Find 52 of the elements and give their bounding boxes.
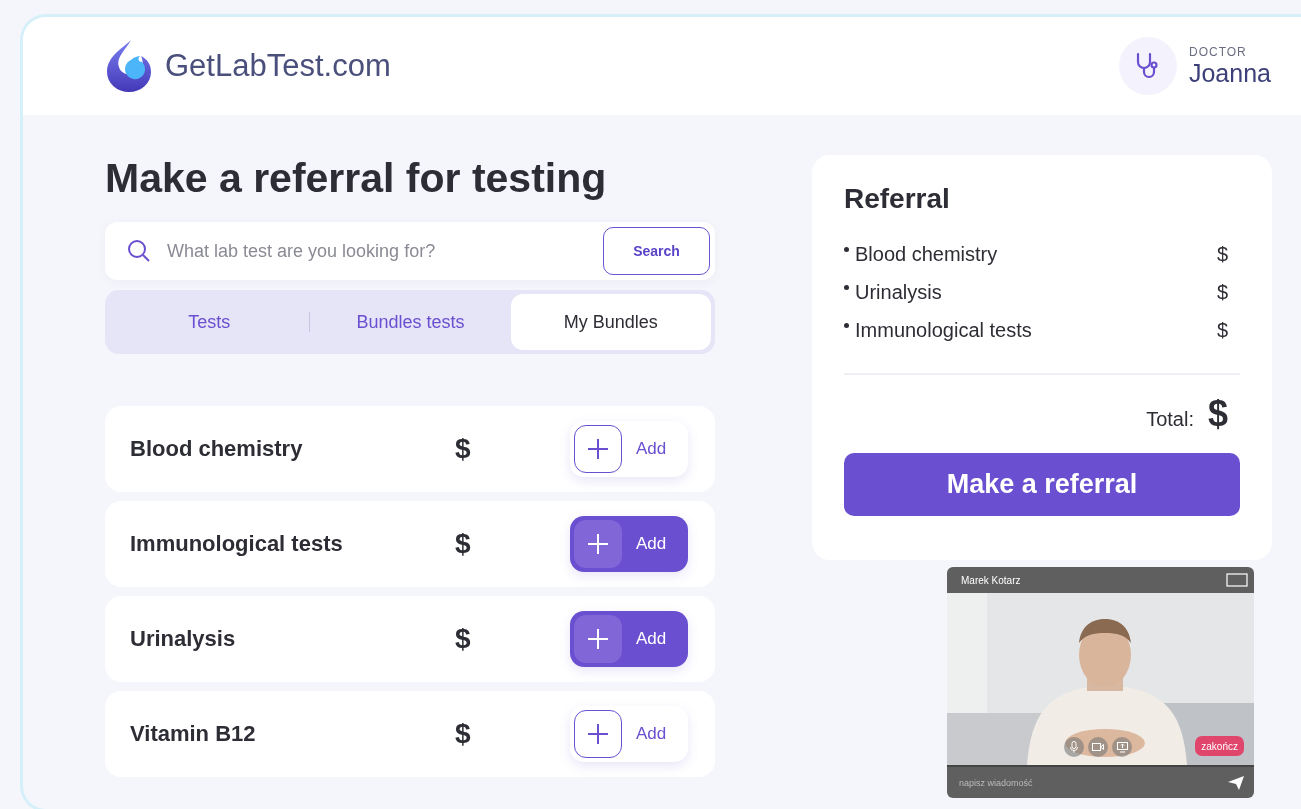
search-field[interactable]: What lab test are you looking for? Search: [105, 222, 715, 280]
test-price: $: [455, 718, 472, 750]
test-name: Blood chemistry: [130, 436, 304, 462]
tab[interactable]: Bundles tests: [310, 294, 511, 350]
add-button[interactable]: Add: [570, 706, 688, 762]
search-button[interactable]: Search: [603, 227, 710, 275]
logo-icon: [105, 38, 153, 94]
camera-icon: [1092, 743, 1104, 751]
total-value: $: [1207, 393, 1228, 435]
search-icon: [127, 239, 151, 263]
bullet-icon: [844, 285, 849, 290]
screen-share-icon: [1116, 741, 1128, 753]
add-button[interactable]: Add: [570, 421, 688, 477]
microphone-button[interactable]: [1064, 737, 1084, 757]
add-button[interactable]: Add: [570, 611, 688, 667]
make-referral-button[interactable]: Make a referral: [844, 453, 1240, 516]
bullet-icon: [844, 247, 849, 252]
plus-icon: [587, 628, 609, 650]
referral-item: Urinalysis: [855, 280, 943, 304]
tab[interactable]: My Bundles: [510, 294, 711, 350]
plus-icon: [587, 723, 609, 745]
bullet-icon: [844, 323, 849, 328]
test-name: Urinalysis: [130, 626, 237, 652]
user-role: DOCTOR: [1188, 44, 1248, 59]
screen-share-button[interactable]: [1112, 737, 1132, 757]
microphone-icon: [1070, 741, 1078, 753]
test-name: Vitamin B12: [130, 721, 257, 747]
referral-title: Referral: [844, 183, 951, 215]
caller-name: Marek Kotarz: [961, 574, 1021, 586]
plus-icon: [587, 438, 609, 460]
end-call-button[interactable]: zakończ: [1195, 736, 1244, 756]
total-label: Total:: [1146, 408, 1194, 431]
referral-price: $: [1216, 242, 1228, 266]
referral-item: Immunological tests: [855, 318, 1033, 342]
test-price: $: [455, 433, 472, 465]
test-name: Immunological tests: [130, 531, 344, 557]
message-field[interactable]: napisz wiadomość: [957, 776, 1228, 789]
tab[interactable]: Tests: [109, 294, 310, 350]
referral-price: $: [1216, 280, 1228, 304]
add-button[interactable]: Add: [570, 516, 688, 572]
logo-text: GetLabTest.com: [165, 48, 391, 84]
page-title: Make a referral for testing: [105, 155, 608, 202]
user-name: Joanna: [1188, 58, 1271, 88]
referral-price: $: [1216, 318, 1228, 342]
test-price: $: [455, 528, 472, 560]
plus-icon: [587, 533, 609, 555]
camera-button[interactable]: [1088, 737, 1108, 757]
send-icon[interactable]: [1228, 775, 1244, 790]
fullscreen-icon[interactable]: [1226, 573, 1248, 587]
test-price: $: [455, 623, 472, 655]
stethoscope-icon: [1134, 52, 1161, 80]
referral-item: Blood chemistry: [855, 242, 999, 266]
